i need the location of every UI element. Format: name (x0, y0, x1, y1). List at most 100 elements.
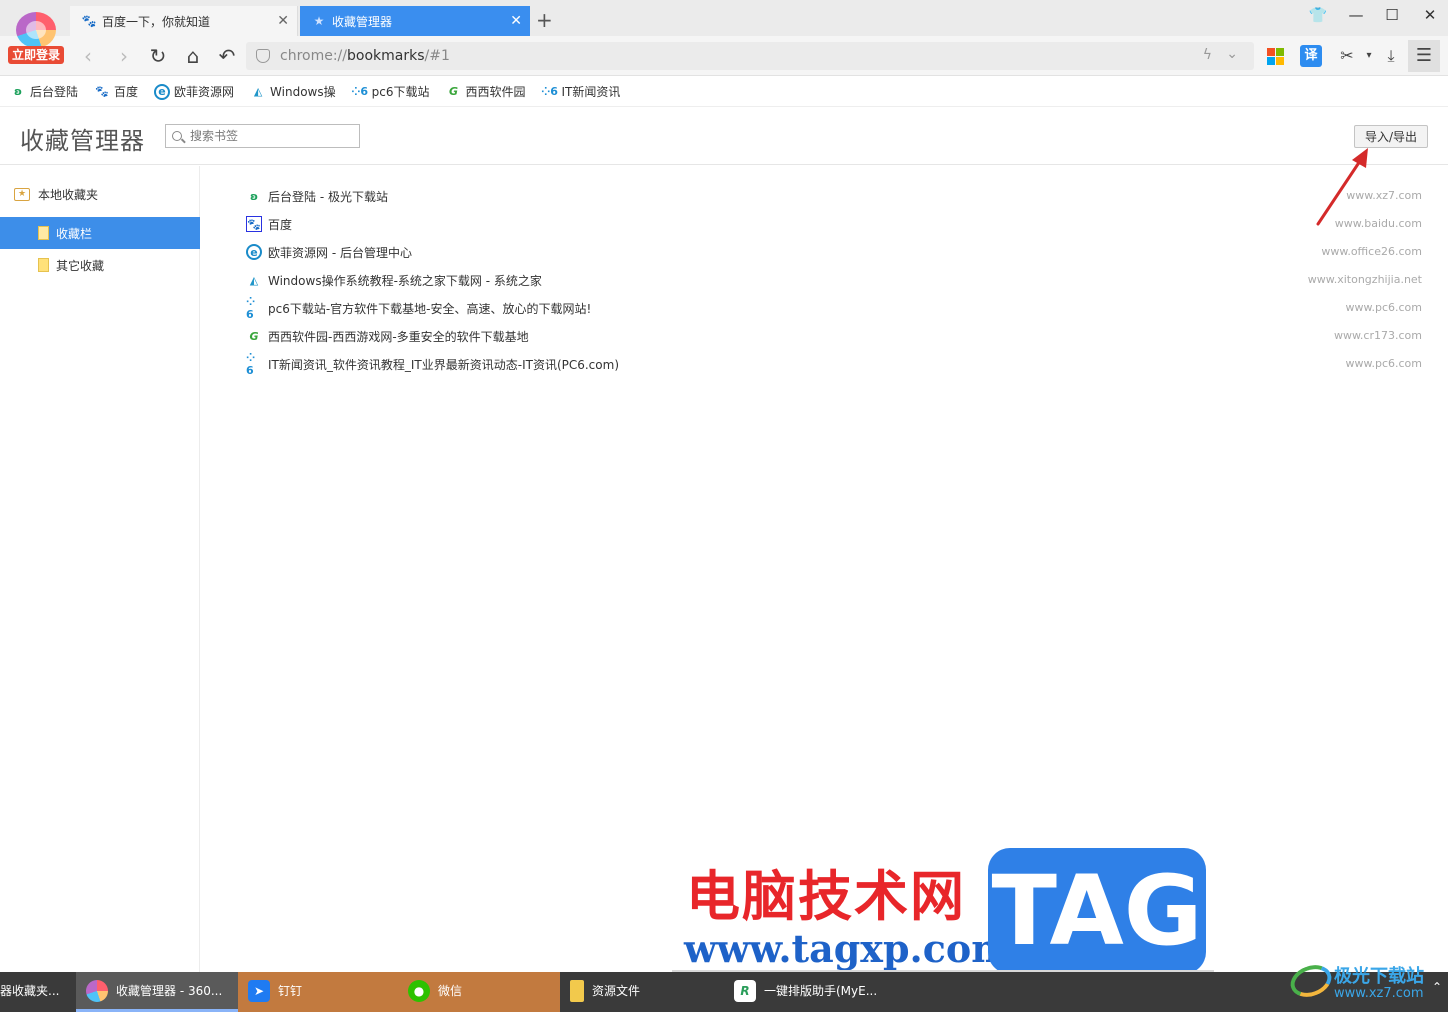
url-host: bookmarks (347, 48, 425, 64)
tab-bookmark-manager[interactable]: ★ 收藏管理器 ✕ (300, 6, 530, 36)
download-icon[interactable]: ⤓ (1380, 45, 1402, 67)
chevron-down-icon[interactable]: ▾ (1358, 45, 1380, 67)
taskbar-item[interactable]: 收藏管理器 - 360... (76, 972, 238, 1012)
bookmark-bar-item[interactable]: G 西西软件园 (445, 83, 526, 100)
list-item[interactable]: 🐾 百度 www.baidu.com (246, 210, 1426, 238)
list-item[interactable]: ◭ Windows操作系统教程-系统之家下载网 - 系统之家 www.xiton… (246, 266, 1426, 294)
star-folder-icon: ★ (14, 188, 30, 201)
reload-button[interactable]: ↻ (146, 44, 170, 68)
search-input[interactable] (190, 129, 350, 143)
url-scheme: chrome:// (280, 48, 347, 64)
browser-logo[interactable]: 立即登录 (8, 10, 64, 66)
taskbar-item[interactable]: 资源文件 (560, 972, 724, 1012)
sidebar-item-bookmarks-bar[interactable]: 收藏栏 (0, 217, 200, 249)
bookmark-bar-item[interactable]: ʚ 后台登陆 (10, 83, 78, 100)
close-icon[interactable]: ✕ (510, 13, 522, 29)
xitongzhijia-icon: ◭ (249, 273, 259, 287)
new-tab-button[interactable]: + (536, 8, 553, 32)
sidebar-item-label: 其它收藏 (56, 258, 105, 273)
back-button[interactable]: ‹ (76, 44, 100, 68)
xz7-swirl-icon (1286, 959, 1336, 1003)
bookmark-bar-label: 欧菲资源网 (174, 85, 235, 99)
close-icon[interactable]: ✕ (277, 13, 289, 29)
search-box[interactable] (165, 124, 360, 148)
close-window-button[interactable]: ✕ (1420, 6, 1440, 24)
sidebar-item-label: 收藏栏 (56, 226, 93, 241)
bookmark-bar-label: 百度 (114, 85, 139, 99)
taskbar-label: 器收藏夹... (0, 984, 60, 998)
folder-icon (38, 258, 49, 272)
folder-root-label: 本地收藏夹 (38, 188, 99, 202)
folder-root[interactable]: ★ 本地收藏夹 (14, 186, 98, 203)
list-item[interactable]: ⁘6 pc6下载站-官方软件下载基地-安全、高速、放心的下载网站! www.pc… (246, 294, 1426, 322)
myeditor-icon: R (734, 979, 756, 1002)
bookmark-title: 百度 (268, 217, 293, 232)
home-button[interactable]: ⌂ (181, 44, 205, 68)
bookmark-bar-label: 西西软件园 (465, 85, 526, 99)
annotation-arrow (1316, 148, 1368, 226)
apps-grid-icon[interactable] (1264, 45, 1286, 67)
address-bar[interactable]: chrome://bookmarks/#1 ϟ ⌄ (246, 42, 1254, 70)
corner-watermark-logo: 极光下载站 www.xz7.com (1286, 959, 1440, 1010)
bookmark-bar-item[interactable]: 🐾 百度 (94, 83, 138, 100)
wechat-icon: ● (408, 979, 430, 1002)
xz7-icon: ʚ (13, 85, 23, 98)
undo-close-button[interactable]: ↶ (215, 44, 239, 68)
chevron-down-icon[interactable]: ⌄ (1226, 46, 1238, 62)
taskbar-label: 一键排版助手(MyE... (764, 984, 878, 998)
bookmark-url: www.xitongzhijia.net (1307, 273, 1422, 286)
bookmark-title: 西西软件园-西西游戏网-多重安全的软件下载基地 (268, 329, 529, 344)
taskbar-item[interactable]: R 一键排版助手(MyE... (724, 972, 878, 1012)
bookmark-bar-label: IT新闻资讯 (561, 85, 621, 99)
scissors-icon[interactable]: ✂ (1336, 45, 1358, 67)
bookmarks-toolbar: ʚ 后台登陆 🐾 百度 e 欧菲资源网 ◭ Windows操 ⁘6 pc6下载站 G 西西软… (0, 77, 1448, 107)
taskbar-item[interactable]: ● 微信 (398, 972, 560, 1012)
xz7-icon: ʚ (249, 189, 259, 203)
bookmark-bar-item[interactable]: e 欧菲资源网 (154, 83, 234, 100)
minimize-button[interactable]: — (1346, 6, 1366, 24)
menu-button[interactable]: ☰ (1408, 40, 1440, 72)
bookmark-title: 后台登陆 - 极光下载站 (268, 189, 388, 204)
login-button[interactable]: 立即登录 (8, 46, 64, 64)
bookmark-url: www.pc6.com (1345, 301, 1423, 314)
windows-logo-icon (1267, 48, 1284, 65)
maximize-button[interactable]: ☐ (1382, 6, 1402, 24)
sidebar-item-other-bookmarks[interactable]: 其它收藏 (0, 249, 200, 281)
list-item[interactable]: G 西西软件园-西西游戏网-多重安全的软件下载基地 www.cr173.com (246, 322, 1426, 350)
bookmark-url: www.office26.com (1321, 245, 1422, 258)
pc6-icon: ⁘6 (246, 351, 256, 377)
corner-logo-name: 极光下载站 (1334, 966, 1424, 987)
bookmark-title: 欧菲资源网 - 后台管理中心 (268, 245, 412, 260)
corner-logo-url: www.xz7.com (1334, 986, 1424, 1001)
bookmark-bar-item[interactable]: ⁘6 pc6下载站 (351, 83, 430, 100)
lightning-icon[interactable]: ϟ (1203, 47, 1212, 63)
bookmark-bar-item[interactable]: ⁘6 IT新闻资讯 (541, 83, 621, 100)
taskbar-item[interactable]: 器收藏夹... (0, 972, 76, 1012)
watermark-url: www.tagxp.com (684, 926, 1012, 971)
tab-strip: 🐾 百度一下，你就知道 ✕ ★ 收藏管理器 ✕ + 👕 — ☐ ✕ (0, 0, 1448, 36)
bookmark-bar-item[interactable]: ◭ Windows操 (250, 83, 336, 100)
shield-icon (256, 49, 270, 63)
tray-chevron-up-icon[interactable]: ⌃ (1432, 980, 1442, 994)
tab-baidu[interactable]: 🐾 百度一下，你就知道 ✕ (70, 6, 298, 36)
taskbar-label: 钉钉 (278, 984, 303, 998)
translate-button[interactable]: 译 (1300, 45, 1322, 67)
browser-logo-icon (86, 979, 108, 1002)
list-item[interactable]: ʚ 后台登陆 - 极光下载站 www.xz7.com (246, 182, 1426, 210)
list-item[interactable]: ⁘6 IT新闻资讯_软件资讯教程_IT业界最新资讯动态-IT资讯(PC6.com… (246, 350, 1426, 378)
bookmark-bar-label: 后台登陆 (30, 85, 79, 99)
taskbar: 器收藏夹... 收藏管理器 - 360... ➤ 钉钉 ● 微信 资源文件 R … (0, 972, 1448, 1012)
url-rest: /#1 (424, 48, 450, 64)
xitongzhijia-icon: ◭ (253, 85, 263, 98)
browser-logo-icon (16, 12, 56, 48)
folder-icon (38, 226, 49, 240)
bookmark-bar-label: pc6下载站 (371, 85, 430, 99)
list-item[interactable]: e 欧菲资源网 - 后台管理中心 www.office26.com (246, 238, 1426, 266)
taskbar-item[interactable]: ➤ 钉钉 (238, 972, 398, 1012)
forward-button[interactable]: › (112, 44, 136, 68)
skin-shirt-icon[interactable]: 👕 (1308, 6, 1328, 24)
taskbar-label: 收藏管理器 - 360... (116, 984, 223, 998)
pc6-icon: ⁘6 (351, 85, 369, 98)
search-icon (172, 131, 182, 141)
bookmark-bar-label: Windows操 (270, 85, 336, 99)
